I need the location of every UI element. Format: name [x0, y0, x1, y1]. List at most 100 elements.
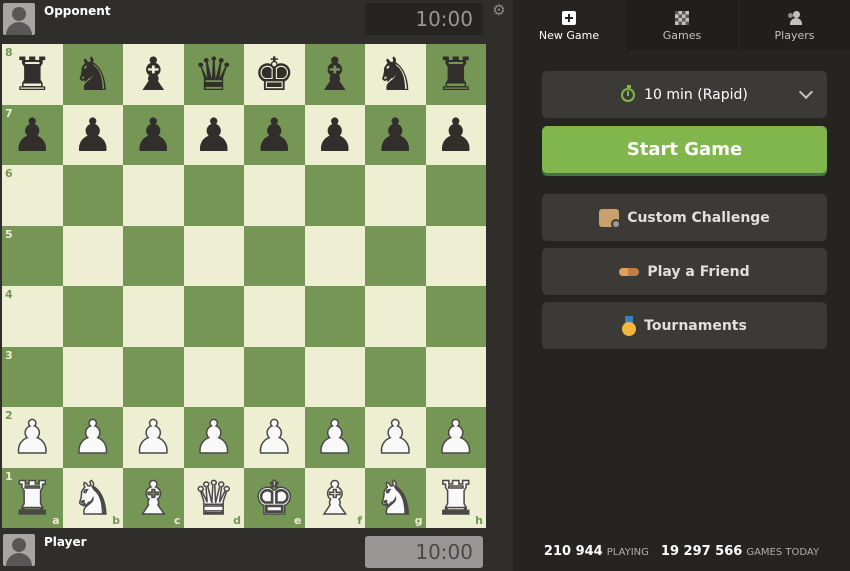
black-rook-icon[interactable]: ♜ [2, 44, 63, 105]
black-rook-icon[interactable]: ♜ [426, 44, 487, 105]
square-c8[interactable]: ♝ [123, 44, 184, 105]
square-c1[interactable]: c ♝ [123, 467, 184, 529]
square-f2[interactable]: ♟ [304, 407, 366, 468]
black-knight-icon[interactable]: ♞ [63, 44, 124, 105]
white-pawn-icon[interactable]: ♟ [305, 407, 366, 468]
square-c4[interactable] [123, 286, 184, 347]
black-pawn-icon[interactable]: ♟ [2, 105, 63, 166]
white-bishop-icon[interactable]: ♝ [123, 468, 184, 529]
white-pawn-icon[interactable]: ♟ [2, 407, 63, 468]
square-f3[interactable] [304, 346, 365, 407]
white-pawn-icon[interactable]: ♟ [365, 407, 426, 468]
square-d4[interactable] [183, 286, 244, 347]
square-f4[interactable] [304, 286, 365, 347]
custom-challenge-button[interactable]: Custom Challenge [542, 194, 827, 241]
square-b3[interactable] [62, 346, 123, 407]
square-g1[interactable]: g ♞ [365, 467, 426, 529]
tournaments-button[interactable]: Tournaments [542, 302, 827, 349]
tab-games[interactable]: Games [626, 0, 738, 50]
square-d5[interactable] [183, 225, 244, 286]
white-pawn-icon[interactable]: ♟ [184, 407, 245, 468]
square-a5[interactable]: 5 [2, 225, 63, 286]
square-c2[interactable]: ♟ [123, 407, 184, 468]
square-e2[interactable]: ♟ [244, 407, 305, 468]
play-friend-button[interactable]: Play a Friend [542, 248, 827, 295]
square-c3[interactable] [123, 346, 184, 407]
square-a4[interactable]: 4 [2, 286, 63, 347]
square-f8[interactable]: ♝ [304, 44, 366, 105]
square-b2[interactable]: ♟ [62, 407, 124, 468]
white-bishop-icon[interactable]: ♝ [305, 468, 366, 529]
chess-board[interactable]: 8 ♜ ♞ ♝ ♛ ♚ ♝ ♞ ♜ 7 ♟ ♟ ♟ ♟ ♟ ♟ ♟ ♟ 6 5 4 3 2 ♟ ♟ ♟ ♟ ♟ ♟ ♟ ♟ 1 a ♜ b ♞ c ♝ d ♛… [2, 44, 486, 528]
square-a3[interactable]: 3 [2, 346, 63, 407]
square-h5[interactable] [425, 225, 486, 286]
square-c6[interactable] [123, 165, 184, 226]
square-d3[interactable] [183, 346, 244, 407]
square-f6[interactable] [304, 165, 365, 226]
black-pawn-icon[interactable]: ♟ [426, 105, 487, 166]
square-g3[interactable] [365, 346, 426, 407]
square-a1[interactable]: 1 a ♜ [2, 467, 63, 529]
black-queen-icon[interactable]: ♛ [184, 44, 245, 105]
square-h7[interactable]: ♟ [425, 104, 487, 166]
square-g5[interactable] [365, 225, 426, 286]
square-f5[interactable] [304, 225, 365, 286]
black-knight-icon[interactable]: ♞ [365, 44, 426, 105]
square-b7[interactable]: ♟ [62, 104, 124, 166]
square-f7[interactable]: ♟ [304, 104, 366, 166]
black-bishop-icon[interactable]: ♝ [305, 44, 366, 105]
square-h4[interactable] [425, 286, 486, 347]
square-c7[interactable]: ♟ [123, 104, 184, 165]
square-d7[interactable]: ♟ [183, 104, 245, 166]
player-name[interactable]: Player [44, 535, 87, 549]
square-e4[interactable] [244, 286, 305, 347]
white-queen-icon[interactable]: ♛ [184, 468, 245, 529]
black-pawn-icon[interactable]: ♟ [365, 105, 426, 166]
square-e1[interactable]: e ♚ [244, 467, 305, 529]
tab-players[interactable]: Players [739, 0, 850, 50]
white-rook-icon[interactable]: ♜ [426, 468, 487, 529]
square-d1[interactable]: d ♛ [183, 467, 245, 529]
square-b8[interactable]: ♞ [62, 44, 124, 105]
square-h6[interactable] [425, 165, 486, 226]
black-pawn-icon[interactable]: ♟ [305, 105, 366, 166]
square-a2[interactable]: 2 ♟ [2, 407, 63, 468]
square-f1[interactable]: f ♝ [304, 467, 366, 529]
square-h3[interactable] [425, 346, 486, 407]
square-h1[interactable]: h ♜ [425, 467, 487, 529]
start-game-button[interactable]: Start Game [542, 126, 827, 173]
time-control-select[interactable]: 10 min (Rapid) [542, 71, 827, 118]
settings-gear-icon[interactable]: ⚙ [491, 2, 507, 18]
black-pawn-icon[interactable]: ♟ [244, 105, 305, 166]
square-c5[interactable] [123, 225, 184, 286]
white-rook-icon[interactable]: ♜ [2, 468, 63, 529]
opponent-name[interactable]: Opponent [44, 4, 111, 18]
square-e7[interactable]: ♟ [244, 104, 305, 166]
square-g2[interactable]: ♟ [365, 407, 426, 468]
square-d8[interactable]: ♛ [183, 44, 245, 105]
square-e3[interactable] [244, 346, 305, 407]
square-a6[interactable]: 6 [2, 165, 63, 226]
square-b4[interactable] [62, 286, 123, 347]
square-d2[interactable]: ♟ [183, 407, 245, 468]
white-pawn-icon[interactable]: ♟ [426, 407, 487, 468]
square-b6[interactable] [62, 165, 123, 226]
black-bishop-icon[interactable]: ♝ [123, 44, 184, 105]
white-knight-icon[interactable]: ♞ [365, 468, 426, 529]
black-king-icon[interactable]: ♚ [244, 44, 305, 105]
black-pawn-icon[interactable]: ♟ [184, 105, 245, 166]
black-pawn-icon[interactable]: ♟ [63, 105, 124, 166]
white-king-icon[interactable]: ♚ [244, 468, 305, 529]
square-g6[interactable] [365, 165, 426, 226]
square-h8[interactable]: ♜ [425, 44, 487, 105]
opponent-avatar[interactable] [3, 3, 35, 35]
tab-new-game[interactable]: New Game [513, 0, 625, 50]
square-b5[interactable] [62, 225, 123, 286]
white-pawn-icon[interactable]: ♟ [244, 407, 305, 468]
white-pawn-icon[interactable]: ♟ [123, 407, 184, 468]
square-g7[interactable]: ♟ [365, 104, 426, 166]
square-a7[interactable]: 7 ♟ [2, 104, 63, 166]
square-d6[interactable] [183, 165, 244, 226]
white-pawn-icon[interactable]: ♟ [63, 407, 124, 468]
square-h2[interactable]: ♟ [425, 407, 487, 468]
